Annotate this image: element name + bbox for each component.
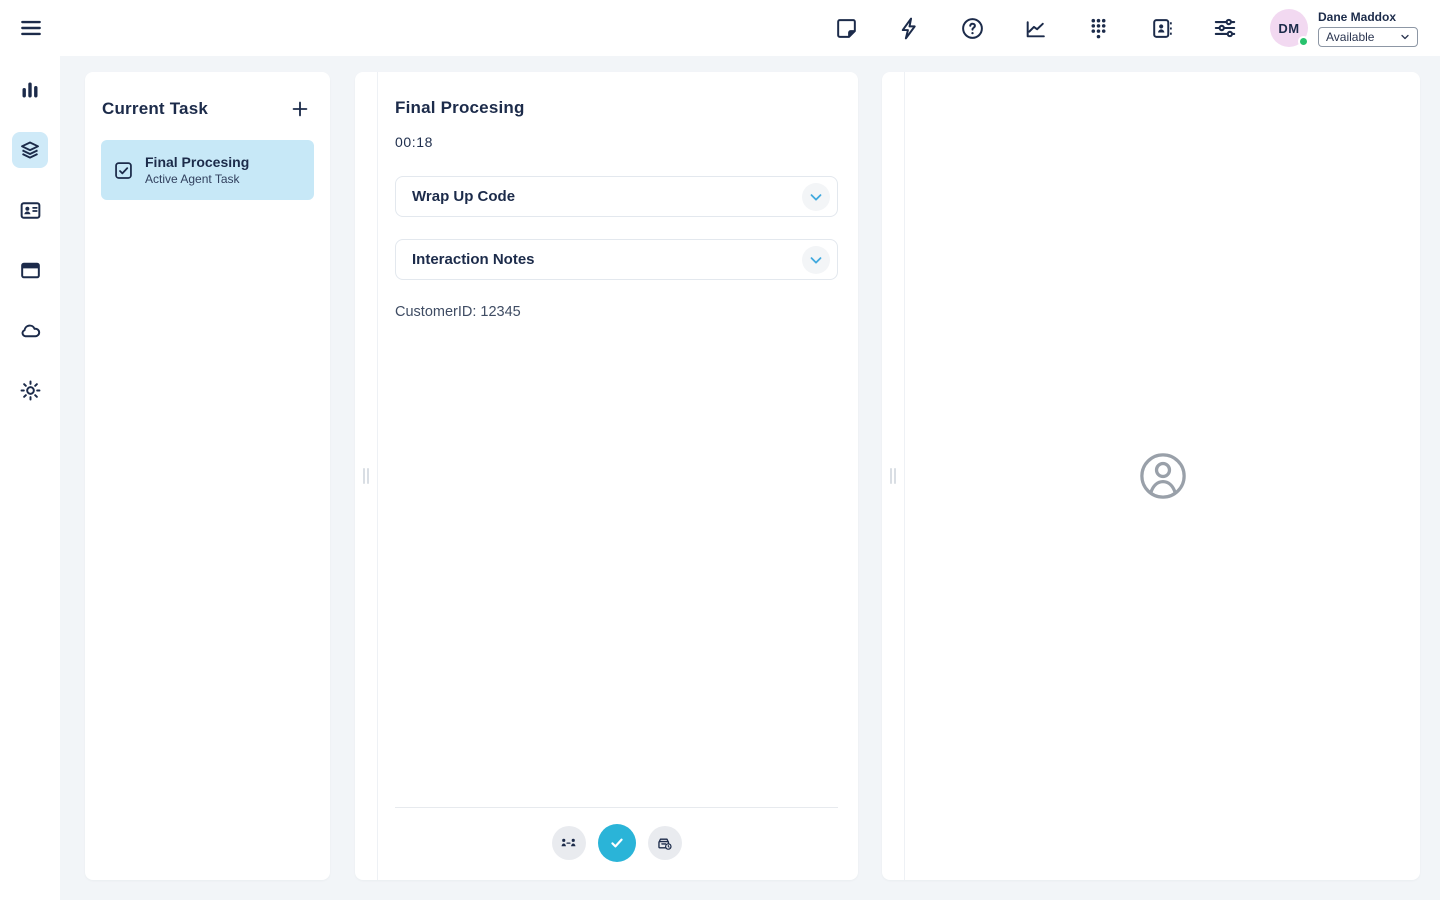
presence-dot [1298, 36, 1309, 47]
profile-placeholder-icon [1137, 450, 1189, 502]
tasks-panel-title: Current Task [102, 99, 208, 119]
complete-task-button[interactable] [598, 824, 636, 862]
user-avatar[interactable]: DM [1270, 9, 1308, 47]
help-icon [960, 16, 985, 41]
wrap-up-code-accordion[interactable]: Wrap Up Code [395, 176, 838, 217]
task-timer: 00:18 [395, 134, 838, 150]
interactions-button[interactable] [895, 14, 924, 43]
lightning-icon [897, 16, 922, 41]
task-card-text: Final Procesing Active Agent Task [145, 154, 249, 186]
transfer-people-icon [559, 834, 578, 853]
task-list-item[interactable]: Final Procesing Active Agent Task [101, 140, 314, 200]
status-select[interactable]: Available [1318, 27, 1418, 47]
profile-panel [882, 72, 1420, 880]
contacts-button[interactable] [1147, 14, 1176, 43]
work-panel: Final Procesing 00:18 Wrap Up Code Inter… [355, 72, 858, 880]
user-name: Dane Maddox [1318, 10, 1418, 24]
chevron-down-icon [807, 251, 825, 269]
bar-chart-icon [18, 78, 42, 102]
interaction-notes-accordion[interactable]: Interaction Notes [395, 239, 838, 280]
cloud-icon [18, 318, 43, 343]
checked-checkbox-icon [113, 160, 134, 181]
contacts-icon [1149, 16, 1174, 41]
customer-id-text: CustomerID: 12345 [395, 304, 838, 320]
hamburger-menu-button[interactable] [16, 13, 46, 43]
rail-item-contact-card[interactable] [12, 192, 48, 228]
note-icon [834, 16, 859, 41]
transfer-task-button[interactable] [552, 826, 586, 860]
drag-grip-icon [890, 468, 896, 484]
chevron-halo [802, 183, 830, 211]
user-block: Dane Maddox Available [1318, 10, 1418, 47]
dialpad-button[interactable] [1084, 14, 1113, 43]
preferences-button[interactable] [1210, 13, 1240, 43]
performance-chart-icon [1023, 16, 1048, 41]
main-area: Current Task Final Procesing Active Agen… [60, 56, 1440, 900]
interaction-notes-label: Interaction Notes [412, 251, 535, 268]
task-card-subtitle: Active Agent Task [145, 172, 249, 186]
plus-icon [289, 98, 311, 120]
profile-panel-resize-handle[interactable] [882, 72, 905, 880]
top-bar: DM Dane Maddox Available [0, 0, 1440, 56]
hamburger-icon [18, 15, 44, 41]
drag-grip-icon [363, 468, 369, 484]
performance-button[interactable] [1021, 14, 1050, 43]
browser-window-icon [18, 258, 43, 283]
tasks-panel-header: Current Task [101, 96, 314, 122]
topbar-icon-group [832, 13, 1240, 43]
note-button[interactable] [832, 14, 861, 43]
rail-item-analytics[interactable] [12, 72, 48, 108]
work-panel-content: Final Procesing 00:18 Wrap Up Code Inter… [378, 72, 858, 880]
park-box-clock-icon [655, 834, 674, 853]
chevron-halo [802, 246, 830, 274]
chevron-down-icon [1399, 31, 1411, 43]
gear-icon [18, 378, 43, 403]
help-button[interactable] [958, 14, 987, 43]
work-panel-resize-handle[interactable] [355, 72, 378, 880]
rail-item-settings[interactable] [12, 372, 48, 408]
task-card-title: Final Procesing [145, 154, 249, 170]
rail-item-window[interactable] [12, 252, 48, 288]
wrap-up-code-label: Wrap Up Code [412, 188, 515, 205]
preferences-sliders-icon [1212, 15, 1238, 41]
work-panel-title: Final Procesing [395, 98, 838, 118]
check-icon [607, 833, 627, 853]
work-panel-footer [395, 807, 838, 862]
rail-item-tasks[interactable] [12, 132, 48, 168]
chevron-down-icon [807, 188, 825, 206]
rail-item-cloud[interactable] [12, 312, 48, 348]
status-value: Available [1326, 30, 1374, 44]
current-task-panel: Current Task Final Procesing Active Agen… [85, 72, 330, 880]
agent-desktop: DM Dane Maddox Available [0, 0, 1440, 900]
profile-panel-content [905, 72, 1420, 880]
layers-icon [18, 138, 42, 162]
left-rail [0, 56, 60, 900]
park-task-button[interactable] [648, 826, 682, 860]
contact-card-icon [18, 198, 43, 223]
add-task-button[interactable] [287, 96, 313, 122]
dialpad-icon [1086, 16, 1111, 41]
